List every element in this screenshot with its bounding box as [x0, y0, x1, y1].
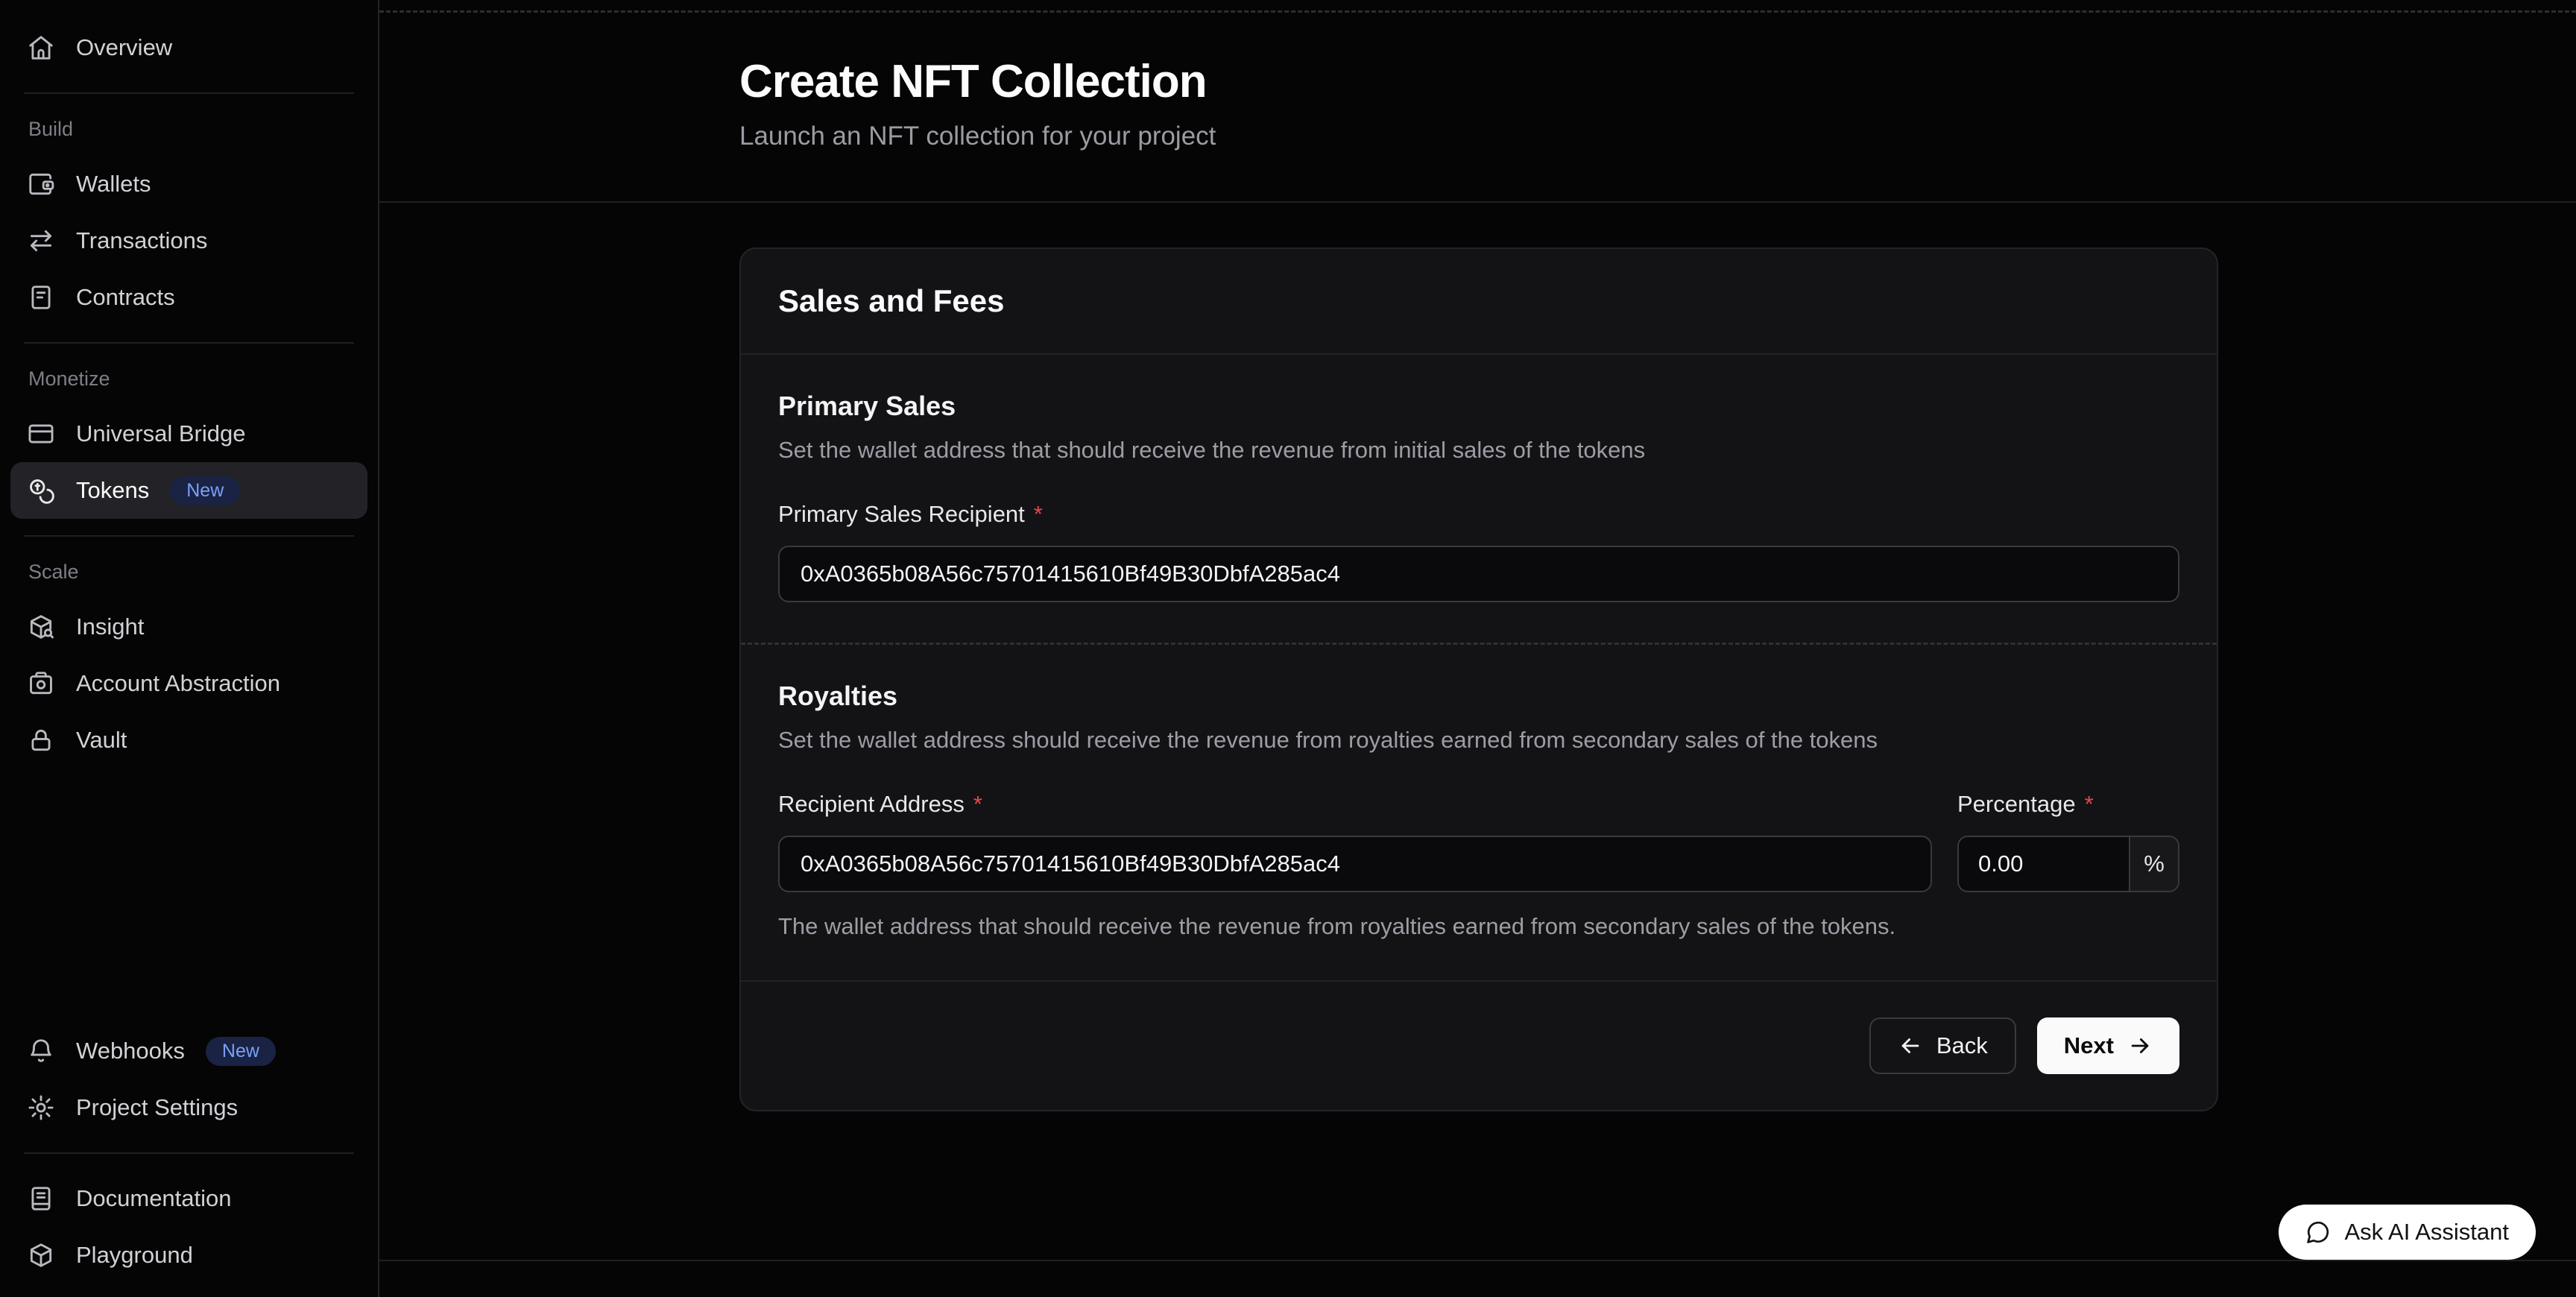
smart-account-icon — [27, 669, 55, 698]
main-panel: Create NFT Collection Launch an NFT coll… — [379, 0, 2576, 1297]
new-badge: New — [206, 1037, 276, 1066]
sidebar-item-project-settings[interactable]: Project Settings — [10, 1079, 367, 1136]
sidebar: Overview Build Wallets Transactions Cont… — [0, 0, 379, 1297]
sidebar-item-label: Overview — [76, 34, 172, 61]
wallet-icon — [27, 170, 55, 198]
sidebar-item-label: Universal Bridge — [76, 420, 245, 447]
sales-and-fees-card: Sales and Fees Primary Sales Set the wal… — [739, 247, 2218, 1111]
sidebar-divider — [24, 1152, 354, 1154]
sidebar-section-build: Build — [28, 118, 378, 141]
sidebar-item-wallets[interactable]: Wallets — [10, 156, 367, 212]
sidebar-item-overview[interactable]: Overview — [10, 19, 367, 76]
primary-sales-section: Primary Sales Set the wallet address tha… — [741, 355, 2217, 643]
sidebar-item-documentation[interactable]: Documentation — [10, 1170, 367, 1227]
sidebar-item-label: Transactions — [76, 227, 207, 254]
sidebar-item-label: Tokens — [76, 477, 149, 504]
sidebar-item-label: Wallets — [76, 171, 151, 198]
recipient-address-input[interactable] — [778, 836, 1932, 892]
percentage-input-group: % — [1957, 836, 2179, 892]
sidebar-item-contracts[interactable]: Contracts — [10, 269, 367, 326]
home-icon — [27, 34, 55, 62]
sidebar-item-transactions[interactable]: Transactions — [10, 212, 367, 269]
page-header: Create NFT Collection Launch an NFT coll… — [379, 0, 2576, 203]
coins-icon — [27, 476, 55, 505]
back-button[interactable]: Back — [1869, 1017, 2016, 1074]
next-button[interactable]: Next — [2037, 1017, 2179, 1074]
sidebar-item-label: Contracts — [76, 284, 175, 311]
cube-icon — [27, 1241, 55, 1269]
arrow-left-icon — [1898, 1033, 1923, 1058]
bell-icon — [27, 1037, 55, 1065]
sidebar-item-account-abstraction[interactable]: Account Abstraction — [10, 655, 367, 712]
recipient-address-field: Recipient Address * — [778, 754, 1932, 892]
new-badge: New — [170, 476, 240, 505]
sidebar-item-label: Webhooks — [76, 1038, 185, 1064]
sidebar-item-insight[interactable]: Insight — [10, 599, 367, 655]
sidebar-item-label: Playground — [76, 1242, 193, 1269]
field-label-text: Percentage — [1957, 791, 2076, 818]
card-title: Sales and Fees — [778, 283, 2179, 319]
sidebar-item-label: Documentation — [76, 1185, 232, 1212]
lock-icon — [27, 726, 55, 754]
sidebar-item-tokens[interactable]: Tokens New — [10, 462, 367, 519]
ask-ai-assistant-label: Ask AI Assistant — [2344, 1219, 2509, 1246]
gear-icon — [27, 1094, 55, 1122]
required-asterisk: * — [973, 791, 982, 818]
sidebar-section-scale: Scale — [28, 561, 378, 584]
percentage-label: Percentage * — [1957, 791, 2179, 818]
sidebar-item-label: Vault — [76, 727, 127, 754]
field-label-text: Recipient Address — [778, 791, 965, 818]
royalties-description: Set the wallet address should receive th… — [778, 727, 2179, 754]
royalties-heading: Royalties — [778, 681, 2179, 712]
top-dashed-divider — [379, 10, 2576, 13]
percent-suffix: % — [2129, 837, 2178, 891]
package-search-icon — [27, 613, 55, 641]
card-footer: Back Next — [741, 980, 2217, 1110]
sidebar-section-monetize: Monetize — [28, 367, 378, 391]
required-asterisk: * — [2085, 791, 2094, 818]
back-button-label: Back — [1936, 1032, 1988, 1059]
bottom-divider — [379, 1260, 2576, 1261]
sidebar-item-label: Insight — [76, 613, 144, 640]
primary-sales-recipient-input[interactable] — [778, 546, 2179, 602]
sidebar-item-playground[interactable]: Playground — [10, 1227, 367, 1284]
sidebar-divider — [24, 535, 354, 537]
sidebar-item-label: Account Abstraction — [76, 670, 280, 697]
primary-sales-recipient-label: Primary Sales Recipient * — [778, 501, 2179, 528]
sidebar-divider — [24, 342, 354, 344]
arrow-right-icon — [2127, 1033, 2153, 1058]
royalties-fields-row: Recipient Address * Percentage * — [778, 754, 2179, 892]
arrows-swap-icon — [27, 227, 55, 255]
field-label-text: Primary Sales Recipient — [778, 501, 1025, 528]
sidebar-divider — [24, 92, 354, 94]
chat-bubble-icon — [2305, 1219, 2331, 1245]
royalties-section: Royalties Set the wallet address should … — [741, 645, 2217, 980]
recipient-address-label: Recipient Address * — [778, 791, 1932, 818]
next-button-label: Next — [2064, 1032, 2114, 1059]
ask-ai-assistant-button[interactable]: Ask AI Assistant — [2279, 1205, 2536, 1260]
app-window: Overview Build Wallets Transactions Cont… — [0, 0, 2576, 1297]
required-asterisk: * — [1034, 501, 1043, 528]
sidebar-item-universal-bridge[interactable]: Universal Bridge — [10, 405, 367, 462]
royalties-helper-text: The wallet address that should receive t… — [778, 913, 2179, 940]
document-icon — [27, 283, 55, 312]
content-area: Sales and Fees Primary Sales Set the wal… — [379, 203, 2576, 1111]
credit-card-icon — [27, 420, 55, 448]
page-title: Create NFT Collection — [739, 55, 2576, 108]
sidebar-item-webhooks[interactable]: Webhooks New — [10, 1023, 367, 1079]
page-subtitle: Launch an NFT collection for your projec… — [739, 122, 2576, 151]
primary-sales-description: Set the wallet address that should recei… — [778, 437, 2179, 464]
book-icon — [27, 1184, 55, 1213]
sidebar-item-label: Project Settings — [76, 1094, 238, 1121]
percentage-input[interactable] — [1959, 837, 2129, 891]
sidebar-footer: Webhooks New Project Settings Documentat… — [0, 1023, 378, 1297]
card-header: Sales and Fees — [741, 249, 2217, 355]
primary-sales-heading: Primary Sales — [778, 391, 2179, 422]
sidebar-item-vault[interactable]: Vault — [10, 712, 367, 769]
percentage-field: Percentage * % — [1957, 754, 2179, 892]
